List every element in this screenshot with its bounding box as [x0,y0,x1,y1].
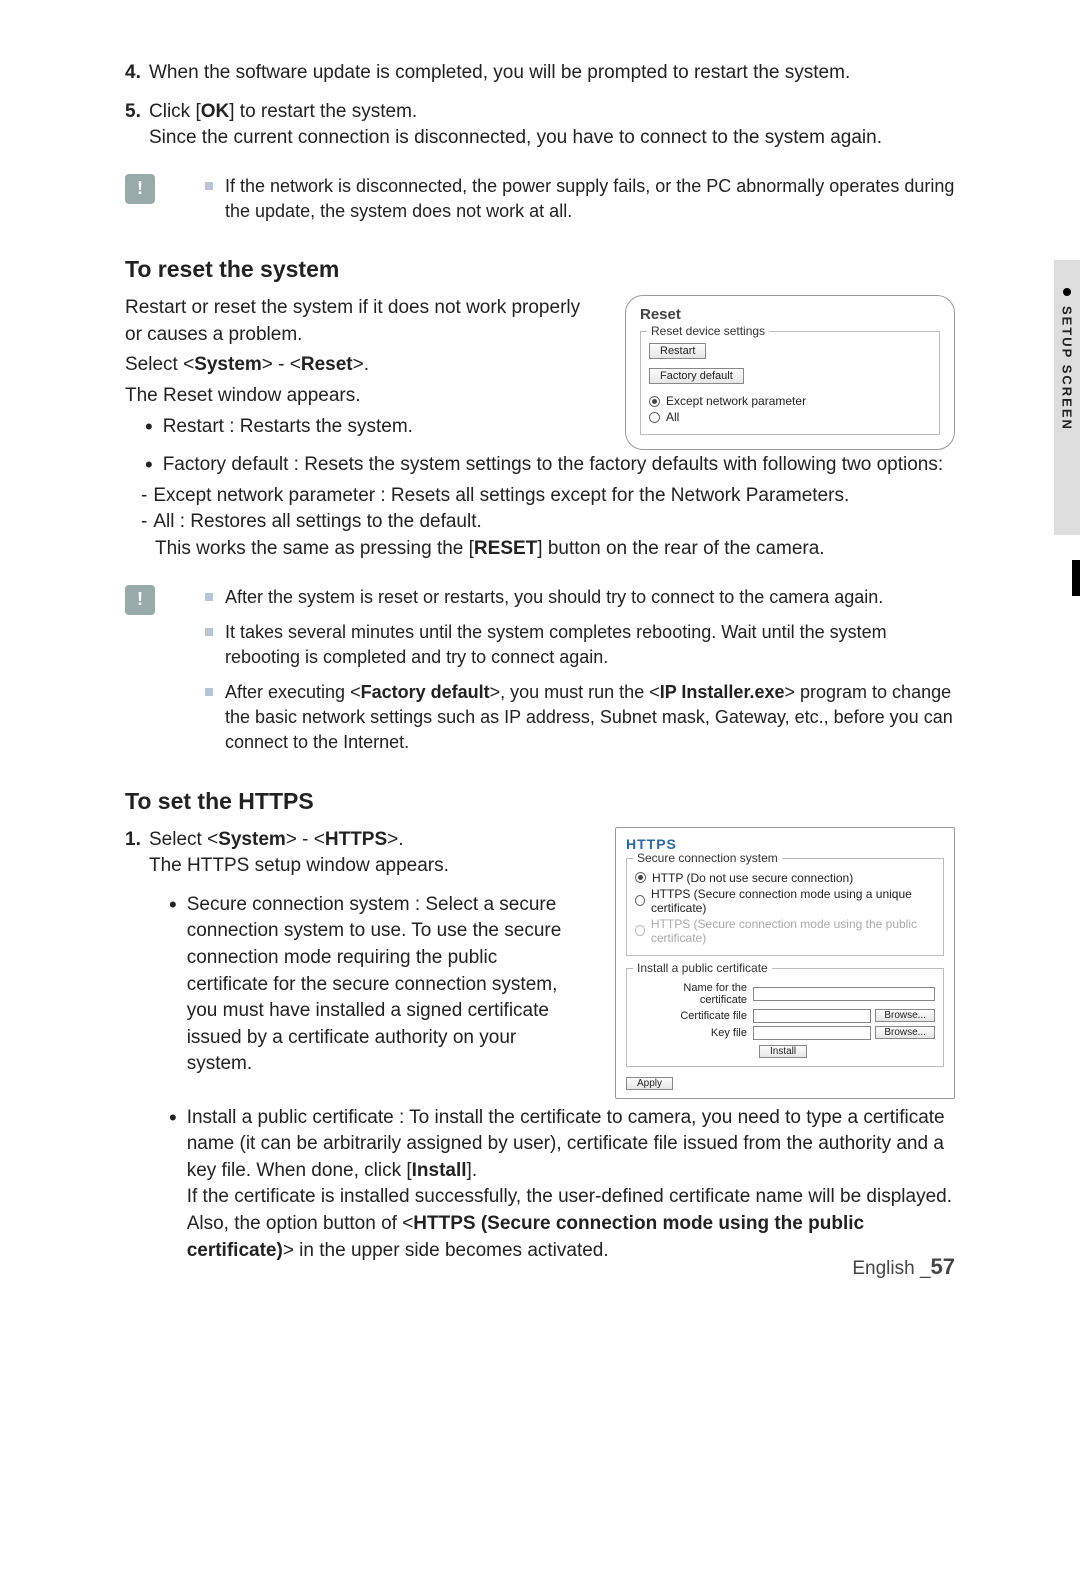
step-5-line2: Since the current connection is disconne… [149,125,955,152]
https-step1-line2: The HTTPS setup window appears. [149,853,575,880]
radio-https-unique[interactable]: HTTPS (Secure connection mode using a un… [635,887,935,915]
reset-p2: The Reset window appears. [125,383,585,410]
reset-panel: Reset Reset device settings Restart Fact… [625,295,955,450]
square-bullet-icon [205,182,213,190]
bullet-dot-icon: • [145,414,153,441]
reset-fieldset: Reset device settings Restart Factory de… [640,331,940,435]
bullet-dot-icon: • [169,1105,177,1265]
browse-cert-button[interactable]: Browse... [875,1009,935,1022]
install-button[interactable]: Install [759,1045,807,1058]
radio-except-network[interactable]: Except network parameter [649,394,931,408]
field-cert-name: Name for the certificate [635,982,935,1006]
radio-icon [635,925,645,936]
radio-http[interactable]: HTTP (Do not use secure connection) [635,871,935,885]
square-bullet-icon [205,688,213,696]
note2-item3: After executing <Factory default>, you m… [205,680,955,756]
factory-default-button[interactable]: Factory default [649,368,744,384]
field-key-file: Key fileBrowse... [635,1026,935,1040]
note1-item1: If the network is disconnected, the powe… [205,174,955,224]
reset-p1: Restart or reset the system if it does n… [125,295,585,348]
apply-button[interactable]: Apply [626,1077,673,1090]
heading-https: To set the HTTPS [125,788,955,815]
heading-reset: To reset the system [125,256,955,283]
thumb-index-icon [1072,560,1080,596]
cert-file-input[interactable] [753,1009,871,1023]
step-5-line1: Click [OK] to restart the system. [149,101,417,122]
step-4-text: When the software update is completed, y… [149,62,850,83]
side-dot-icon [1063,288,1071,296]
radio-https-public[interactable]: HTTPS (Secure connection mode using the … [635,917,935,945]
reset-legend: Reset device settings [647,324,769,338]
reset-bullet-restart: •Restart : Restarts the system. [145,414,585,441]
https-fieldset-install: Install a public certificate Name for th… [626,968,944,1067]
step-5: 5.Click [OK] to restart the system. Sinc… [125,99,955,152]
radio-all[interactable]: All [649,410,931,424]
reset-dash-all-sub: This works the same as pressing the [RES… [155,536,955,563]
reset-dash-except: -Except network parameter : Resets all s… [141,483,955,510]
reset-select-line: Select <System> - <Reset>. [125,352,585,379]
https-bullet-install: •Install a public certificate : To insta… [169,1105,955,1265]
alert-icon: ! [125,174,155,204]
cert-name-input[interactable] [753,987,935,1001]
reset-panel-title: Reset [640,306,940,323]
https-panel-title: HTTPS [626,836,944,852]
side-tab: SETUP SCREEN [1054,260,1080,535]
browse-key-button[interactable]: Browse... [875,1026,935,1039]
https-step1-num: 1. [125,827,149,854]
radio-icon [635,895,645,906]
step-5-num: 5. [125,99,149,126]
field-cert-file: Certificate fileBrowse... [635,1009,935,1023]
square-bullet-icon [205,593,213,601]
note2-item1: After the system is reset or restarts, y… [205,585,955,610]
note-block-2: ! After the system is reset or restarts,… [125,585,955,766]
note-block-1: ! If the network is disconnected, the po… [125,174,955,234]
page-footer: English _57 [852,1254,955,1280]
square-bullet-icon [205,628,213,636]
https-legend2: Install a public certificate [633,961,772,975]
restart-button[interactable]: Restart [649,343,706,359]
reset-dash-all: -All : Restores all settings to the defa… [141,509,955,562]
https-legend1: Secure connection system [633,851,782,865]
note2-item2: It takes several minutes until the syste… [205,620,955,670]
step-4: 4.When the software update is completed,… [125,60,955,87]
key-file-input[interactable] [753,1026,871,1040]
radio-icon [635,872,646,883]
side-tab-label: SETUP SCREEN [1060,306,1075,431]
https-step-1: 1.Select <System> - <HTTPS>. The HTTPS s… [125,827,575,880]
https-bullet-secure: •Secure connection system : Select a sec… [169,892,575,1078]
https-panel: HTTPS Secure connection system HTTP (Do … [615,827,955,1099]
step-4-num: 4. [125,60,149,87]
reset-bullet-factory: •Factory default : Resets the system set… [145,452,955,479]
radio-icon [649,412,660,423]
radio-icon [649,396,660,407]
bullet-dot-icon: • [169,892,177,1078]
alert-icon: ! [125,585,155,615]
bullet-dot-icon: • [145,452,153,479]
https-fieldset-secure: Secure connection system HTTP (Do not us… [626,858,944,956]
